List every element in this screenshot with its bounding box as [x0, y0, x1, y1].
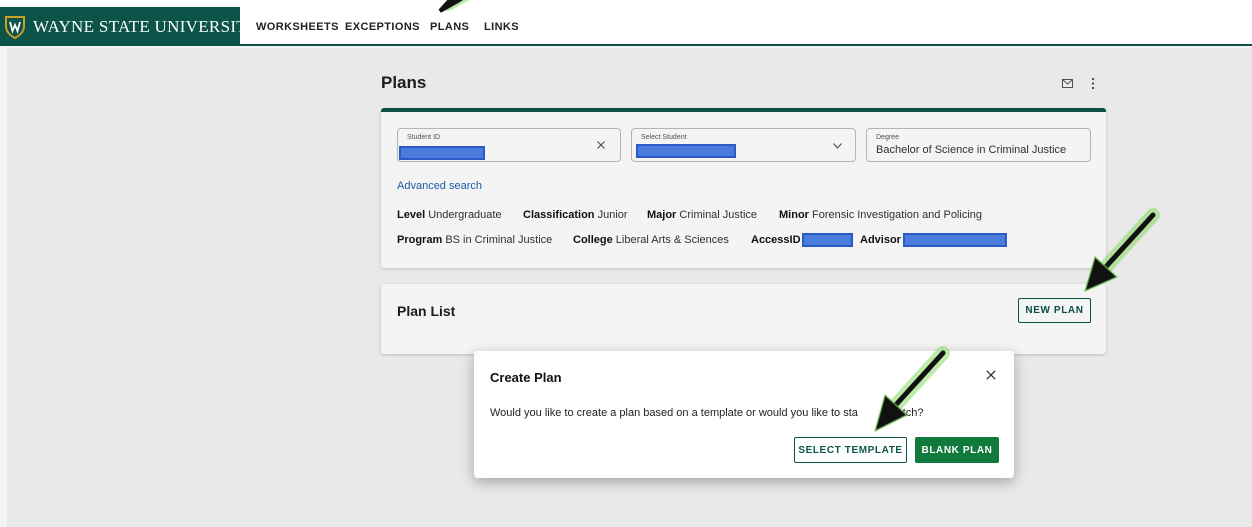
- nav-links[interactable]: LINKS: [484, 21, 519, 33]
- top-navbar: WAYNE STATE UNIVERSITY WORKSHEETS EXCEPT…: [0, 7, 1252, 46]
- brand-name: WAYNE STATE UNIVERSITY: [33, 17, 260, 36]
- dialog-message-start: Would you like to create a plan based on…: [490, 407, 858, 419]
- blank-plan-button[interactable]: BLANK PLAN: [915, 437, 999, 463]
- dialog-title: Create Plan: [490, 370, 562, 385]
- top-strip: [0, 0, 1252, 7]
- nav-worksheets[interactable]: WORKSHEETS: [256, 21, 339, 33]
- dialog-message: Would you like to create a plan based on…: [490, 407, 923, 419]
- nav-exceptions[interactable]: EXCEPTIONS: [345, 21, 420, 33]
- create-plan-dialog: Create Plan Would you like to create a p…: [474, 351, 1014, 478]
- shield-w-logo-icon: [5, 16, 25, 39]
- dialog-message-end: scratch?: [881, 407, 924, 419]
- select-template-button[interactable]: SELECT TEMPLATE: [794, 437, 907, 463]
- brand[interactable]: WAYNE STATE UNIVERSITY: [0, 7, 259, 46]
- nav-plans[interactable]: PLANS: [430, 21, 469, 33]
- close-icon[interactable]: [986, 370, 996, 380]
